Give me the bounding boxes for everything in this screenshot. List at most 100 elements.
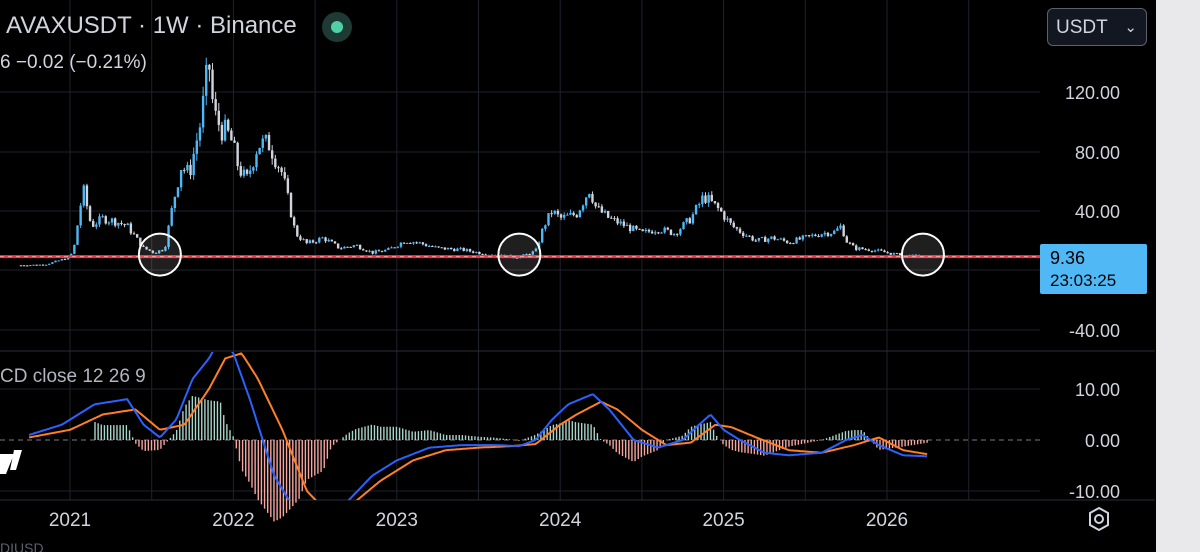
candle-body (415, 242, 418, 244)
candle-body (358, 244, 362, 250)
candle (173, 196, 177, 212)
indicator-label[interactable]: CD close 12 26 9 (0, 366, 146, 388)
candle (616, 216, 619, 226)
candle-body (688, 218, 691, 224)
candle-body (650, 231, 654, 234)
candle (729, 218, 732, 226)
candle-body (126, 223, 129, 226)
candle-body (173, 196, 177, 208)
candle-body (591, 193, 594, 203)
candle (883, 249, 886, 253)
candle-body (481, 254, 484, 256)
candle (249, 165, 252, 178)
candle-body (751, 236, 754, 241)
candle-body (842, 225, 845, 237)
candle-body (95, 224, 98, 227)
candle-body (277, 167, 280, 169)
candle-body (302, 239, 305, 241)
candle-body (390, 247, 393, 249)
candle-body (192, 153, 195, 176)
candle-body (713, 201, 717, 204)
candle (459, 246, 462, 250)
price-change: 6 −0.02 (−0.21%) (0, 52, 147, 73)
candle (701, 192, 704, 208)
time-axis-label: 2026 (866, 510, 908, 531)
candle-body (362, 249, 365, 251)
candle-body (264, 134, 268, 139)
candle-body (79, 205, 82, 226)
time-axis-label: 2023 (376, 510, 418, 531)
symbol-title[interactable]: AVAXUSDT · 1W · Binance (6, 12, 297, 40)
candle-body (471, 251, 475, 253)
candle-body (396, 246, 399, 248)
candle (663, 226, 666, 234)
candle (732, 220, 735, 229)
candle (867, 248, 870, 252)
candle (349, 246, 352, 248)
candle-body (566, 214, 569, 216)
candle-body (880, 249, 883, 251)
candle-body (572, 212, 575, 216)
candle-body (635, 225, 638, 229)
candle (340, 246, 343, 250)
candle-body (679, 229, 682, 235)
candle-body (823, 232, 827, 235)
candle (117, 222, 120, 229)
candle (336, 243, 340, 249)
candle (277, 165, 280, 173)
candle-body (666, 227, 670, 230)
candle (208, 63, 211, 82)
candle (421, 241, 425, 246)
candle (409, 242, 412, 244)
candle (104, 215, 107, 225)
candle (302, 237, 305, 241)
candle-body (660, 232, 663, 234)
candle (54, 260, 57, 263)
candle (685, 217, 688, 225)
candle (264, 134, 268, 142)
candle-body (792, 243, 795, 245)
candle-body (220, 124, 224, 141)
settings-gear-icon[interactable] (1085, 505, 1113, 533)
candle (635, 225, 638, 231)
candle-body (770, 236, 773, 239)
candle (437, 246, 440, 248)
candle (751, 235, 754, 242)
candle-body (377, 250, 381, 252)
candle-body (296, 225, 299, 237)
highlight-circle (137, 232, 182, 277)
candle-body (176, 187, 180, 197)
candle (170, 205, 173, 227)
candle (305, 238, 308, 245)
candle (176, 187, 180, 198)
candle (449, 247, 453, 250)
candle-body (578, 210, 582, 218)
candle (299, 234, 302, 242)
candle (820, 233, 823, 238)
candle (475, 251, 478, 254)
candle (129, 221, 133, 236)
candle (713, 200, 717, 205)
candle (462, 247, 465, 252)
candle (566, 212, 569, 216)
candle-body (861, 247, 864, 250)
candle-body (641, 229, 644, 232)
candle-body (698, 204, 701, 206)
currency-selector[interactable]: USDT ⌄ (1047, 8, 1147, 46)
candle-body (795, 237, 798, 244)
candle (710, 191, 713, 202)
candle (41, 264, 45, 266)
price-chart[interactable]: 120.00 80.00 40.00 -40.00 10.00 0.00 -10.00 202… (0, 0, 1200, 552)
candle-body (644, 229, 648, 232)
candle-body (189, 164, 192, 176)
candle-body (654, 232, 657, 234)
candle-body (57, 260, 60, 262)
candle (123, 223, 126, 228)
candle-body (647, 229, 651, 232)
candle-body (829, 233, 833, 236)
window-edge (1156, 0, 1200, 552)
candle-body (239, 166, 242, 176)
candle-body (603, 211, 607, 213)
candle-body (418, 242, 421, 244)
candle (365, 250, 368, 253)
